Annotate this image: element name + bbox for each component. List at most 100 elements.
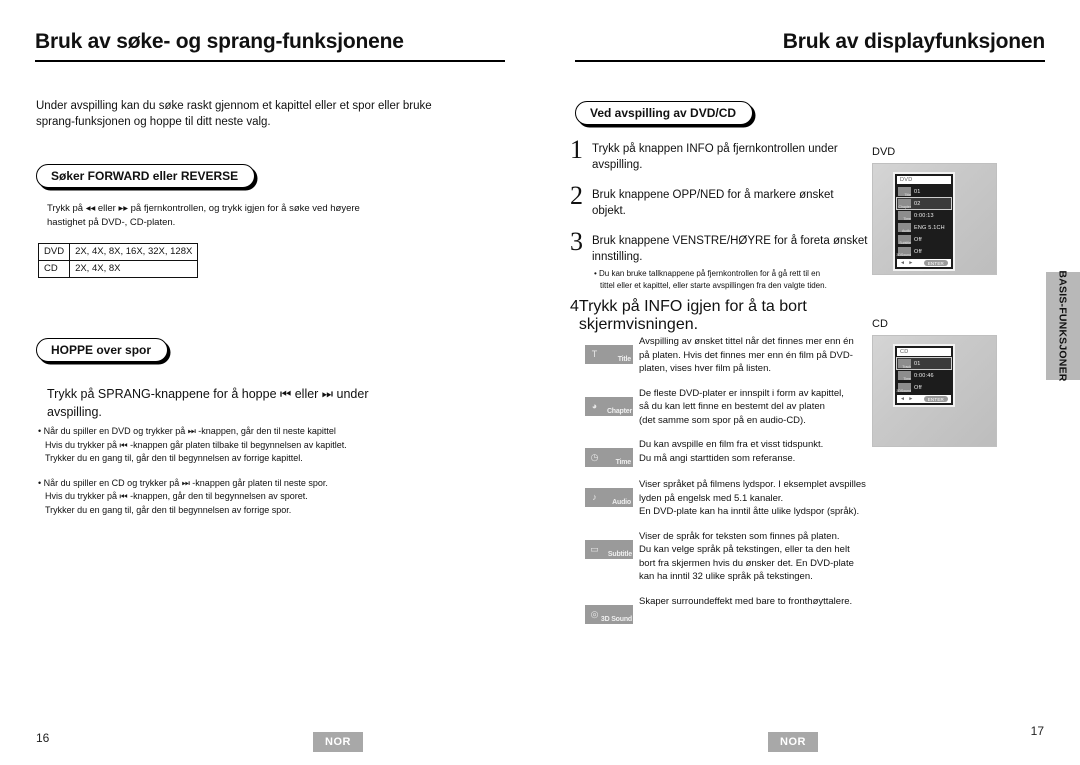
osd-footer: ◄ ► ENTER [897,259,951,267]
osd-icon-tag: Time [903,377,911,381]
chapter-icon: Chapter [898,199,911,209]
time-icon: ◷ Time [585,448,633,467]
list-item: ◎ 3D Sound Skaper surroundeffekt med bar… [585,594,885,624]
page-title: Bruk av søke- og sprang-funksjonene [35,30,505,62]
osd-row[interactable]: 3DSound Off [896,246,951,257]
desc-line: Viser de språk for teksten som finnes på… [639,530,840,542]
instruction-steps: 1 Trykk på knappen INFO på fjernkontroll… [570,137,870,302]
subtitle-icon: Subtitle [898,235,911,245]
step-note-line: • Du kan bruke tallknappene på fjernkont… [594,269,821,278]
bullet-line: Trykker du en gang til, går den til begy… [45,504,292,515]
list-item: 1 Trykk på knappen INFO på fjernkontroll… [570,137,870,173]
step-number: 3 [570,227,583,256]
section-pill-label: Søker FORWARD eller REVERSE [36,164,256,188]
desc-line: Viser språket på filmens lydspor. I ekse… [639,479,866,490]
bullet-line: Trykker du en gang til, går den til begy… [45,453,303,463]
title-icon: T Title [585,345,633,364]
icon-description: De fleste DVD-plater er innspilt i form … [639,386,844,428]
icon-badge-label: Chapter [606,407,632,415]
osd-panel: CD Track 01 Time 0:00:46 3DSound Off ◄ ►… [893,344,955,407]
osd-row[interactable]: Title 01 [897,186,951,197]
bullet-line: • Når du spiller en CD og trykker på ⏭ -… [38,477,328,488]
title-icon: Title [898,187,911,197]
time-icon: Time [898,211,911,221]
osd-value: ENG 5.1CH [914,224,945,231]
speed-table: DVD 2X, 4X, 8X, 16X, 32X, 128X CD 2X, 4X… [37,243,199,278]
list-item: • Når du spiller en DVD og trykker på ⏭ … [38,425,438,466]
icon-description: Avspilling av ønsket tittel når det finn… [639,334,854,376]
osd-row[interactable]: Time 0:00:46 [897,370,951,381]
osd-row-selected[interactable]: Track 01 [896,357,952,370]
left-page-header: Bruk av søke- og sprang-funksjonene [35,30,505,62]
forward-reverse-paragraph: Trykk på ◂◂ eller ▸▸ på fjernkontrollen,… [47,203,360,228]
osd-value: Off [914,236,922,243]
skip-track-bullets: • Når du spiller en DVD og trykker på ⏭ … [38,425,438,528]
desc-line: lyden på engelsk med 5.1 kanaler. [639,492,784,504]
table-row: DVD 2X, 4X, 8X, 16X, 32X, 128X [37,243,199,261]
step-text: Bruk knappene OPP/NED for å markere ønsk… [592,189,834,217]
osd-row[interactable]: Subtitle Off [897,234,951,245]
osd-icon-tag: 3DSound [896,253,911,257]
list-item: ▭ Subtitle Viser de språk for teksten so… [585,529,885,584]
list-item: 2 Bruk knappene OPP/NED for å markere øn… [570,183,870,219]
bullet-line: • Når du spiller en DVD og trykker på ⏭ … [38,426,336,436]
side-tab-basic-functions: BASIS-FUNKSJONER [1046,270,1080,382]
list-item: 3 Bruk knappene VENSTRE/HØYRE for å fore… [570,227,870,291]
step-note-line: tittel eller et kapittel, eller starte a… [600,280,827,290]
osd-value: 01 [914,360,921,367]
3d-sound-icon: 3DSound [896,247,911,257]
table-cell-speeds: 2X, 4X, 8X [69,260,199,278]
chapter-glyph: ◕ [591,400,598,411]
osd-row[interactable]: Audio ENG 5.1CH [897,222,951,233]
table-cell-speeds: 2X, 4X, 8X, 16X, 32X, 128X [69,243,199,261]
3d-sound-glyph: ◎ [590,608,599,619]
chapter-icon: ◕ Chapter [585,396,633,416]
osd-row[interactable]: Time 0:00:13 [897,210,951,221]
desc-line: bort fra skjermen hvis du ønsker det. En… [639,557,854,569]
table-cell-media: DVD [37,243,71,261]
desc-line: på platen. Hvis det finnes mer enn én fi… [639,349,853,361]
icon-description: Viser språket på filmens lydspor. I ekse… [639,477,866,519]
page-number: 16 [36,731,50,745]
icon-description: Du kan avspille en film fra et visst tid… [639,437,823,465]
osd-enter-button[interactable]: ENTER [923,396,948,402]
desc-line: så du kan lett finne en bestemt del av p… [639,401,825,412]
osd-icon-tag: Subtitle [899,241,911,245]
language-badge: NOR [313,732,363,752]
language-badge: NOR [768,732,818,752]
skip-track-paragraph: Trykk på SPRANG-knappene for å hoppe ⏮ e… [47,387,369,419]
left-page: Bruk av søke- og sprang-funksjonene Unde… [0,0,540,765]
desc-line: kan ha inntil 32 ulike språk på teksting… [639,571,813,582]
subtitle-glyph: ▭ [590,543,599,554]
track-icon: Track [898,359,911,369]
osd-value: 02 [914,200,921,207]
subtitle-icon: ▭ Subtitle [585,539,633,559]
osd-row-selected[interactable]: Chapter 02 [896,197,952,210]
list-item: ◕ Chapter De fleste DVD-plater er innspi… [585,386,885,428]
list-item: ♪ Audio Viser språket på filmens lydspor… [585,477,885,519]
table-cell-media: CD [37,260,71,278]
audio-icon: ♪ Audio [585,488,633,507]
icon-badge-label: 3D Sound [600,615,632,623]
list-item: T Title Avspilling av ønsket tittel når … [585,334,885,376]
osd-arrow-hint: ◄ ► [900,396,915,402]
osd-value: 0:00:13 [914,212,934,219]
osd-header: CD [897,348,951,356]
desc-line: Du kan velge språk på tekstingen, eller … [639,544,850,555]
osd-icon-tag: 3DSound [896,389,911,393]
desc-line: Du kan avspille en film fra et visst tid… [639,439,824,450]
table-row: CD 2X, 4X, 8X [37,260,199,278]
time-icon: Time [898,371,911,381]
step-text: Bruk knappene VENSTRE/HØYRE for å foreta… [592,235,868,263]
osd-screen: DVD Title 01 Chapter 02 Time 0:00:13 Aud… [872,163,997,275]
osd-icon-tag: Time [903,217,911,221]
title-glyph: T [591,349,598,359]
icon-badge-label: Subtitle [607,550,632,558]
list-item: ◷ Time Du kan avspille en film fra et vi… [585,437,885,467]
osd-enter-button[interactable]: ENTER [923,260,948,266]
section-pill-label: HOPPE over spor [36,338,169,362]
osd-dvd-figure: DVD DVD Title 01 Chapter 02 Time 0:00:13… [872,146,997,275]
osd-icon-tag: Chapter [898,205,911,209]
osd-row[interactable]: 3DSound Off [896,382,951,393]
step-number: 4 [570,298,579,315]
